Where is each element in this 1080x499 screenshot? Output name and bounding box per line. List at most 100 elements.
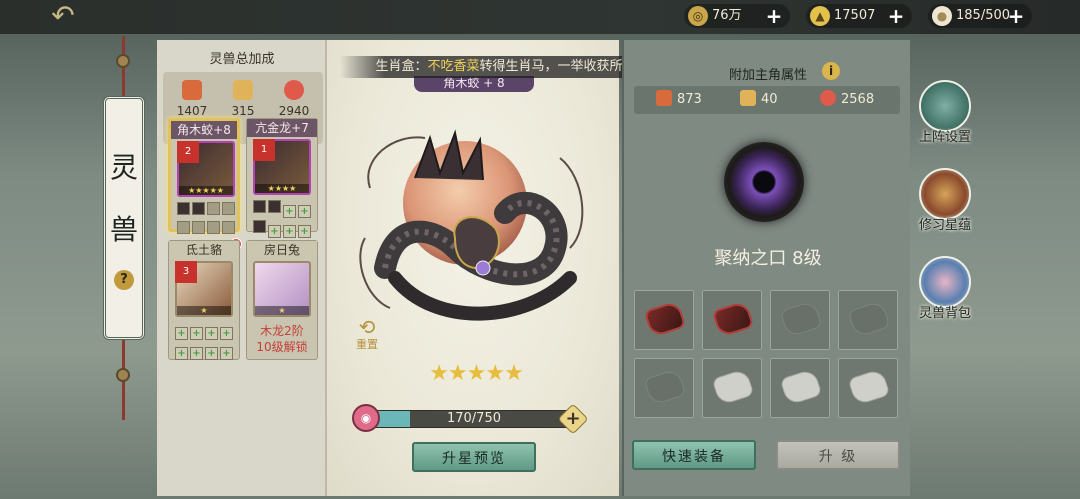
coin-resource: ◎ 76万 +: [684, 4, 790, 28]
beast-portrait: ★: [253, 261, 311, 317]
equip-slot[interactable]: [177, 221, 190, 234]
equip-slot[interactable]: +: [268, 225, 281, 238]
coin-icon: ◎: [688, 6, 708, 26]
title-char-1: 灵: [109, 151, 138, 184]
white-gem-icon: [847, 368, 891, 406]
gem-slot[interactable]: [702, 290, 762, 350]
star-training-label: 修习星蕴: [918, 218, 971, 233]
equip-slot[interactable]: [222, 202, 235, 215]
knot-decoration: [116, 54, 130, 68]
beast-card-name: 亢金龙+7: [247, 119, 317, 137]
gem-slot[interactable]: [770, 358, 830, 418]
lineup-settings-button[interactable]: 上阵设置: [908, 80, 982, 145]
beast-card-long[interactable]: 亢金龙+7 1 ★★★★ + ++ + +: [246, 118, 318, 238]
card-stars: ★★★★: [255, 184, 309, 193]
beast-bag-button[interactable]: 灵兽背包: [908, 256, 982, 321]
equip-slot[interactable]: +: [220, 347, 233, 360]
equip-slot[interactable]: +: [190, 347, 203, 360]
equip-slot[interactable]: [268, 200, 281, 213]
equip-slot[interactable]: [192, 221, 205, 234]
unlock-requirement: 木龙2阶 10级解锁: [247, 323, 317, 355]
reset-button[interactable]: ⟲ 重置: [352, 315, 382, 351]
rank-badge: 3: [175, 261, 197, 283]
add-ingot-button[interactable]: +: [886, 6, 906, 26]
gem-slot[interactable]: [634, 358, 694, 418]
equip-slot[interactable]: +: [220, 327, 233, 340]
info-icon[interactable]: i: [822, 62, 840, 80]
total-bonus-title: 灵兽总加成: [209, 52, 275, 67]
title-char-2: 兽: [109, 213, 138, 246]
dragon-beast-illustration: [359, 129, 584, 321]
reset-icon: ⟲: [358, 315, 376, 339]
equip-slot[interactable]: +: [283, 225, 296, 238]
beast-card-he[interactable]: 氐土貉 3 ★ + + + ++ + + +: [168, 240, 240, 360]
extra-defense-value: 40: [761, 92, 778, 107]
rank-badge: 2: [177, 141, 199, 163]
extra-attack: 873: [656, 90, 702, 110]
total-hp-value: 2940: [278, 104, 310, 118]
banner-prefix: 生肖盒：: [375, 59, 428, 74]
equip-slot[interactable]: [222, 221, 235, 234]
stamina-resource: ● 185/500 +: [928, 4, 1032, 28]
defense-icon: [233, 80, 253, 100]
equip-slot[interactable]: +: [205, 347, 218, 360]
empty-gem-icon: [847, 300, 891, 338]
equip-slot[interactable]: [207, 202, 220, 215]
skill-orb-icon[interactable]: [724, 142, 804, 222]
gem-slot[interactable]: [702, 358, 762, 418]
gem-slot[interactable]: [770, 290, 830, 350]
equip-slot[interactable]: [192, 202, 205, 215]
help-icon[interactable]: ?: [114, 270, 134, 290]
red-gem-icon: [711, 300, 755, 338]
total-defense-value: 315: [231, 104, 255, 118]
exp-progress-text: 170/750: [446, 411, 501, 426]
equip-slot[interactable]: +: [175, 327, 188, 340]
skill-name-level: 聚纳之口 8级: [714, 248, 822, 269]
exp-item-icon: ◉: [352, 404, 380, 432]
equip-slot[interactable]: +: [298, 205, 311, 218]
bun-icon: ●: [932, 6, 952, 26]
ingot-resource: ▲ 17507 +: [806, 4, 912, 28]
reset-label: 重置: [356, 338, 378, 351]
gem-slot[interactable]: [838, 290, 898, 350]
equip-slot[interactable]: +: [298, 225, 311, 238]
extra-attack-value: 873: [677, 92, 702, 107]
empty-gem-icon: [779, 300, 823, 338]
ingot-value: 17507: [834, 8, 876, 23]
equip-slot[interactable]: [177, 202, 190, 215]
total-defense: 315: [218, 78, 268, 118]
attribute-panel: 附加主角属性 i 873 40 2568 聚纳之口 8级: [622, 40, 910, 496]
star-preview-button[interactable]: 升星预览: [412, 442, 536, 472]
rank-badge: 1: [253, 139, 275, 161]
equip-slot[interactable]: +: [190, 327, 203, 340]
add-coin-button[interactable]: +: [764, 6, 784, 26]
attack-icon: [656, 90, 672, 106]
gem-slot[interactable]: [634, 290, 694, 350]
extra-hp: 2568: [820, 90, 874, 110]
top-bar: [0, 0, 1080, 34]
card-stars: ★: [255, 306, 309, 315]
equip-slot[interactable]: [207, 221, 220, 234]
add-stamina-button[interactable]: +: [1006, 6, 1026, 26]
equip-slot[interactable]: [253, 200, 266, 213]
beast-portrait: 2 ★★★★★: [177, 141, 235, 197]
equip-slot[interactable]: [253, 220, 266, 233]
equip-slot[interactable]: +: [175, 347, 188, 360]
dragon-statue-icon: [919, 80, 971, 132]
equip-slot[interactable]: +: [205, 327, 218, 340]
total-attack-value: 1407: [176, 104, 208, 118]
quick-equip-button[interactable]: 快速装备: [632, 440, 756, 470]
equip-slot[interactable]: +: [283, 205, 296, 218]
card-stars: ★: [177, 306, 231, 315]
beast-card-jiao[interactable]: 角木蛟+8 2 ★★★★★: [168, 118, 240, 234]
back-arrow-icon[interactable]: ↶: [40, 2, 86, 30]
star-training-button[interactable]: 修习星蕴: [908, 168, 982, 233]
beast-card-tu-locked[interactable]: 房日兔 ★ 木龙2阶 10级解锁: [246, 240, 318, 360]
equip-slots: + + + ++ + + +: [174, 321, 236, 361]
card-stars: ★★★★★: [179, 186, 233, 195]
beast-name-label: 角木蛟 + 8: [414, 76, 534, 92]
beast-card-name: 氐土貉: [169, 241, 239, 259]
empty-gem-icon: [643, 368, 687, 406]
upgrade-button[interactable]: 升 级: [776, 440, 900, 470]
gem-slot[interactable]: [838, 358, 898, 418]
